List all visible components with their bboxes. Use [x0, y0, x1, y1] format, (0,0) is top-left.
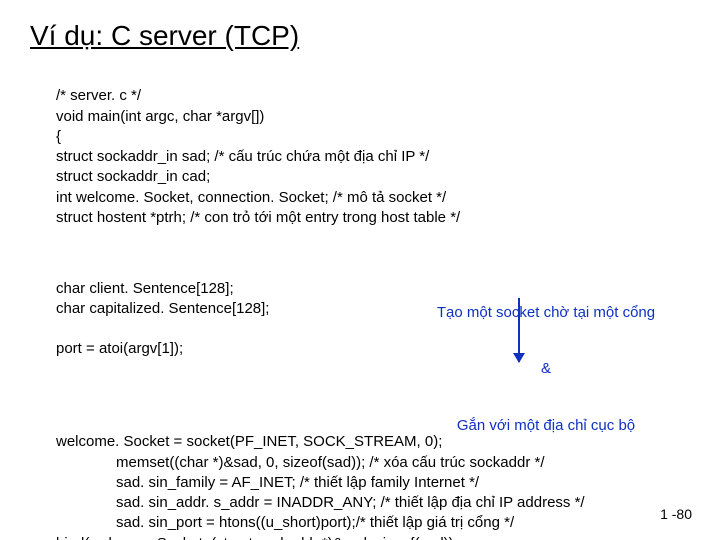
code-block-declarations: /* server. c */ void main(int argc, char… [56, 66, 690, 228]
slide: Ví dụ: C server (TCP) /* server. c */ vo… [0, 0, 720, 540]
mid-row: char client. Sentence[128]; char capital… [56, 279, 690, 360]
code-line: struct sockaddr_in sad; /* cấu trúc chứa… [56, 148, 429, 165]
callout-line: Tạo một socket chờ tại một cổng [406, 304, 686, 323]
code-line: sad. sin_addr. s_addr = INADDR_ANY; /* t… [56, 493, 585, 513]
callout-line: & [406, 360, 686, 379]
slide-title: Ví dụ: C server (TCP) [30, 20, 690, 52]
code-line: sad. sin_port = htons((u_short)port);/* … [56, 513, 514, 533]
code-line: struct hostent *ptrh; /* con trỏ tới một… [56, 209, 460, 226]
code-block-mid-wrap: char client. Sentence[128]; char capital… [56, 236, 690, 400]
code-line: char capitalized. Sentence[128]; [56, 300, 269, 317]
code-line: sad. sin_family = AF_INET; /* thiết lập … [56, 473, 479, 493]
callout-text: Tạo một socket chờ tại một cổng & Gắn vớ… [406, 267, 686, 473]
arrow-down-icon [518, 298, 520, 362]
code-line: char client. Sentence[128]; [56, 280, 234, 297]
page-number: 1 -80 [660, 506, 692, 522]
code-line: int welcome. Socket, connection. Socket;… [56, 189, 446, 206]
code-line: welcome. Socket = socket(PF_INET, SOCK_S… [56, 433, 442, 450]
code-line: bind(welcome. Socket, (struct sockaddr *… [56, 535, 458, 540]
callout-line: Gắn với một địa chỉ cục bộ [406, 417, 686, 436]
code-line: port = atoi(argv[1]); [56, 340, 183, 357]
code-line: /* server. c */ [56, 87, 141, 104]
code-line: { [56, 128, 61, 145]
code-line: void main(int argc, char *argv[]) [56, 108, 264, 125]
code-line: struct sockaddr_in cad; [56, 168, 210, 185]
code-block-buffers: char client. Sentence[128]; char capital… [56, 279, 269, 360]
